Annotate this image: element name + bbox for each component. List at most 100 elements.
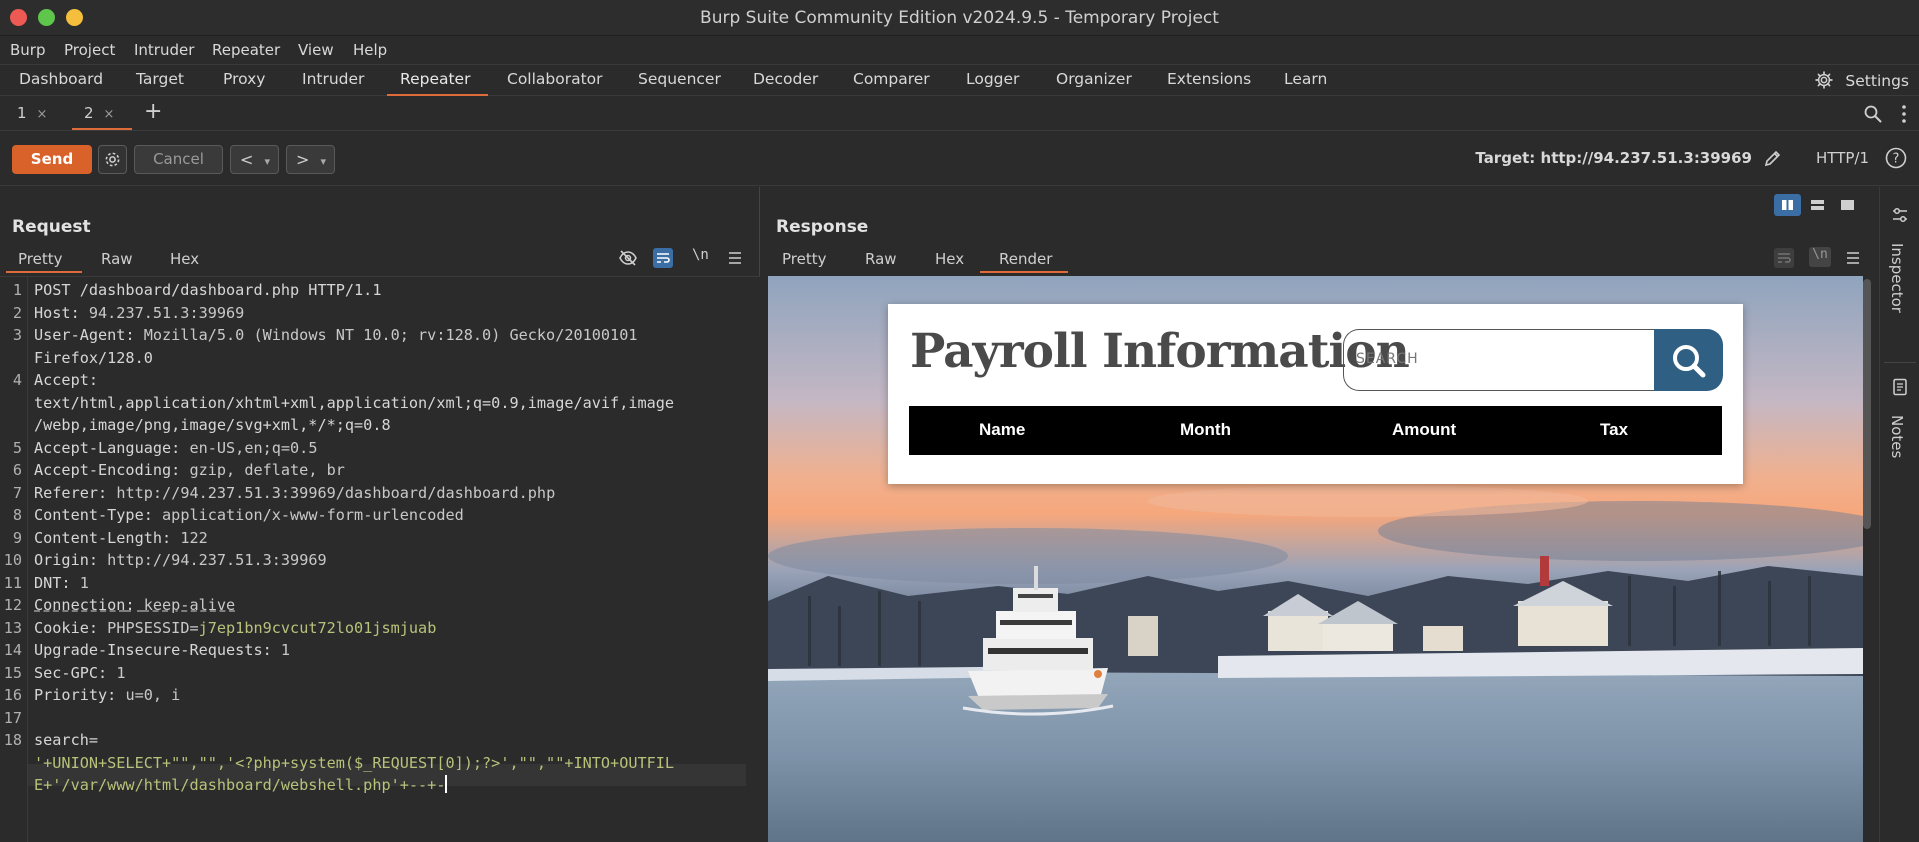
response-tab-raw[interactable]: Raw xyxy=(865,250,897,268)
menu-intruder[interactable]: Intruder xyxy=(134,41,194,59)
line-content: Host: 94.237.51.3:39969 xyxy=(34,302,244,324)
hamburger-menu-icon[interactable] xyxy=(725,248,745,268)
forward-button[interactable]: > ▾ xyxy=(286,145,335,174)
newline-toggle-button[interactable]: \n xyxy=(692,247,712,267)
tab-collaborator[interactable]: Collaborator xyxy=(507,70,603,88)
request-tab-raw[interactable]: Raw xyxy=(101,250,133,268)
repeater-tab-2[interactable]: 2 × xyxy=(84,104,114,122)
line-content: text/html,application/xhtml+xml,applicat… xyxy=(34,392,674,414)
rail-divider xyxy=(1884,362,1916,363)
line-content: Cookie: PHPSESSID=j7ep1bn9cvcut72lo01jsm… xyxy=(34,617,436,639)
tab-target[interactable]: Target xyxy=(136,70,184,88)
line-number: 6 xyxy=(0,459,26,481)
header-value: 1 xyxy=(116,664,125,682)
menu-project[interactable]: Project xyxy=(64,41,115,59)
tab-learn[interactable]: Learn xyxy=(1284,70,1327,88)
response-tab-render[interactable]: Render xyxy=(999,250,1052,268)
inspector-tab[interactable]: Inspector xyxy=(1888,243,1906,313)
header-value: application/x-www-form-urlencoded xyxy=(162,506,464,524)
active-view-indicator xyxy=(980,271,1068,273)
line-number: 2 xyxy=(0,302,26,324)
more-options-icon[interactable] xyxy=(1901,104,1907,124)
tab-intruder[interactable]: Intruder xyxy=(302,70,364,88)
tab-dashboard[interactable]: Dashboard xyxy=(19,70,103,88)
request-editor[interactable]: 1 POST /dashboard/dashboard.php HTTP/1.1 2… xyxy=(0,276,760,842)
tab-sequencer[interactable]: Sequencer xyxy=(638,70,721,88)
line-number: 15 xyxy=(0,662,26,684)
inspector-icon[interactable] xyxy=(1890,205,1910,225)
line-content: Origin: http://94.237.51.3:39969 xyxy=(34,549,327,571)
repeater-tab-label: 1 xyxy=(17,104,27,122)
add-tab-button[interactable]: + xyxy=(144,99,162,124)
line-number: 12 xyxy=(0,594,26,616)
column-amount: Amount xyxy=(1392,420,1456,440)
hide-non-printable-icon[interactable] xyxy=(618,248,638,268)
line-number: 18 xyxy=(0,729,26,751)
header-name: User-Agent xyxy=(34,326,125,344)
header-name: Upgrade-Insecure-Requests xyxy=(34,641,263,659)
tab-repeater[interactable]: Repeater xyxy=(400,70,470,88)
active-view-indicator xyxy=(6,271,82,273)
request-tab-pretty[interactable]: Pretty xyxy=(18,250,63,268)
request-tab-hex[interactable]: Hex xyxy=(170,250,199,268)
stacked-layout-button[interactable] xyxy=(1804,194,1831,216)
tab-proxy[interactable]: Proxy xyxy=(223,70,265,88)
send-button[interactable]: Send xyxy=(12,145,92,174)
tabbed-layout-button[interactable] xyxy=(1834,194,1861,216)
search-input[interactable]: SEARCH xyxy=(1343,329,1655,391)
menu-burp[interactable]: Burp xyxy=(10,41,46,59)
header-name: Accept xyxy=(34,371,89,389)
edit-target-icon[interactable] xyxy=(1763,148,1783,168)
tab-decoder[interactable]: Decoder xyxy=(753,70,818,88)
wrap-lines-icon[interactable] xyxy=(1774,248,1794,268)
response-tab-pretty[interactable]: Pretty xyxy=(782,250,827,268)
cookie-name: PHPSESSID= xyxy=(107,619,198,637)
close-tab-icon[interactable]: × xyxy=(104,107,115,122)
back-button[interactable]: < ▾ xyxy=(230,145,279,174)
response-scrollbar[interactable] xyxy=(1863,279,1871,529)
menu-repeater[interactable]: Repeater xyxy=(212,41,280,59)
chevron-down-icon[interactable]: ▾ xyxy=(321,155,327,168)
line-content: Upgrade-Insecure-Requests: 1 xyxy=(34,639,290,661)
help-icon[interactable]: ? xyxy=(1885,147,1907,169)
payroll-table-header: Name Month Amount Tax xyxy=(909,406,1722,455)
line-number: 10 xyxy=(0,549,26,571)
notes-icon[interactable] xyxy=(1890,377,1910,397)
tab-comparer[interactable]: Comparer xyxy=(853,70,930,88)
line-content: Firefox/128.0 xyxy=(34,347,153,369)
protocol-selector[interactable]: HTTP/1 xyxy=(1816,149,1869,167)
tab-logger[interactable]: Logger xyxy=(966,70,1019,88)
header-name: Origin xyxy=(34,551,89,569)
line-content: E+'/var/www/html/dashboard/webshell.php'… xyxy=(34,774,447,796)
response-tab-hex[interactable]: Hex xyxy=(935,250,964,268)
header-name: Sec-GPC xyxy=(34,664,98,682)
close-tab-icon[interactable]: × xyxy=(37,107,48,122)
settings-button[interactable]: Settings xyxy=(1814,70,1909,90)
tool-tabs: Dashboard Target Proxy Intruder Repeater… xyxy=(0,64,1919,96)
side-by-side-layout-button[interactable] xyxy=(1774,194,1801,216)
chevron-down-icon[interactable]: ▾ xyxy=(265,155,271,168)
repeater-tab-1[interactable]: 1 × xyxy=(17,104,47,122)
cancel-button[interactable]: Cancel xyxy=(134,145,223,174)
tab-organizer[interactable]: Organizer xyxy=(1056,70,1132,88)
menu-help[interactable]: Help xyxy=(353,41,387,59)
rows-icon xyxy=(1804,194,1831,216)
send-options-button[interactable] xyxy=(98,145,127,174)
line-number: 5 xyxy=(0,437,26,459)
line-content: Referer: http://94.237.51.3:39969/dashbo… xyxy=(34,482,555,504)
wrap-lines-icon[interactable] xyxy=(653,248,673,268)
line-number: 9 xyxy=(0,527,26,549)
hamburger-menu-icon[interactable] xyxy=(1843,248,1863,268)
side-rail: Inspector Notes xyxy=(1879,187,1919,842)
menu-view[interactable]: View xyxy=(298,41,334,59)
tab-extensions[interactable]: Extensions xyxy=(1167,70,1251,88)
window-titlebar: Burp Suite Community Edition v2024.9.5 -… xyxy=(0,0,1919,36)
notes-tab[interactable]: Notes xyxy=(1888,415,1906,458)
settings-label: Settings xyxy=(1845,72,1909,90)
column-month: Month xyxy=(1180,420,1231,440)
line-number: 14 xyxy=(0,639,26,661)
newline-toggle-button[interactable]: \n xyxy=(1809,247,1831,267)
search-icon[interactable] xyxy=(1863,104,1883,124)
header-name: Accept-Encoding xyxy=(34,461,171,479)
search-button[interactable] xyxy=(1654,329,1723,391)
